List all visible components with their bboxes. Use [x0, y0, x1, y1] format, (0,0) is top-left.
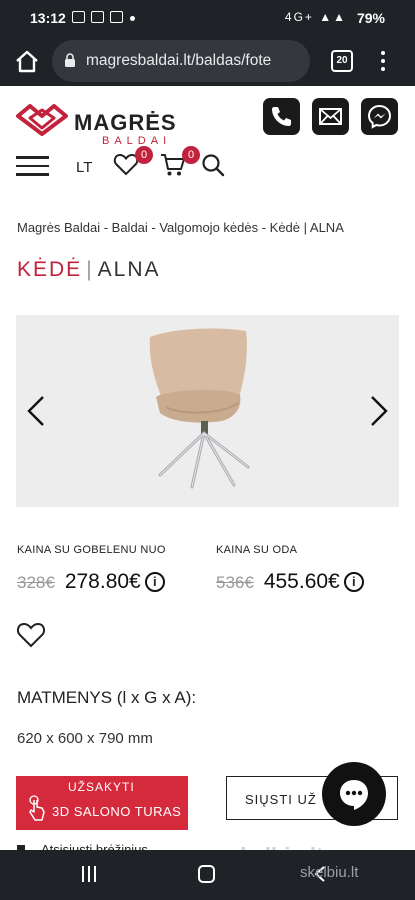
- chevron-right-icon[interactable]: [369, 395, 389, 427]
- title-separator: |: [86, 258, 94, 281]
- app-notification-icon: [91, 11, 104, 23]
- 3d-tour-label: 3D SALONO TURAS: [52, 804, 182, 819]
- info-icon[interactable]: i: [144, 572, 165, 592]
- price-label: KAINA SU ODA: [216, 544, 298, 556]
- tab-switcher-button[interactable]: 20: [331, 50, 353, 72]
- dimensions-value: 620 x 600 x 790 mm: [17, 730, 153, 747]
- old-price: 328€: [17, 573, 55, 592]
- messenger-icon: [367, 104, 392, 129]
- more-options-icon[interactable]: [380, 49, 386, 73]
- price-label: KAINA SU GOBELENU NUO: [17, 544, 166, 556]
- search-icon[interactable]: [200, 152, 228, 180]
- title-category: KĖDĖ: [17, 258, 83, 281]
- cart-count-badge: 0: [182, 146, 200, 164]
- chat-button[interactable]: [322, 762, 386, 826]
- phone-icon: [272, 107, 291, 126]
- url-text: magresbaldai.lt/baldas/fote: [86, 52, 272, 69]
- system-navigation-bar: skelbiu.lt: [0, 850, 415, 900]
- price-leather: KAINA SU ODA 536€ 455.60€ i: [216, 544, 364, 594]
- email-button[interactable]: [312, 98, 349, 135]
- 3d-tour-button[interactable]: 3D SALONO TURAS: [16, 792, 188, 828]
- menu-icon[interactable]: [16, 156, 49, 176]
- battery-level: 79%: [356, 10, 385, 26]
- old-price: 536€: [216, 573, 254, 592]
- browser-toolbar: magresbaldai.lt/baldas/fote 20: [0, 36, 415, 86]
- current-price: 278.80€: [64, 570, 141, 593]
- add-to-wishlist-heart-icon[interactable]: [16, 620, 46, 648]
- breadcrumb[interactable]: Magrės Baldai - Baldai - Valgomojo kėdės…: [17, 220, 344, 235]
- price-fabric: KAINA SU GOBELENU NUO 328€ 278.80€ i: [17, 544, 166, 594]
- app-notification-icon-2: [110, 11, 123, 23]
- logo[interactable]: MAGRĖS BALDAI: [16, 98, 177, 147]
- watermark-small: skelbiu.lt: [300, 864, 359, 881]
- cart-button[interactable]: 0: [160, 146, 200, 180]
- mail-icon: [319, 108, 342, 125]
- title-product-name: ALNA: [97, 258, 161, 281]
- recent-apps-icon[interactable]: [82, 866, 100, 882]
- lock-icon: [65, 53, 75, 67]
- wishlist-count-badge: 0: [135, 146, 153, 164]
- touch-icon: [29, 795, 45, 821]
- logo-brand: MAGRĖS: [74, 110, 177, 135]
- page-title: KĖDĖ | ALNA: [17, 258, 161, 282]
- site-header: MAGRĖS BALDAI LT 0 0: [0, 86, 415, 198]
- product-gallery: [16, 315, 399, 507]
- logo-subtitle: BALDAI: [102, 135, 172, 147]
- logo-mark-icon: [16, 104, 68, 136]
- signal-icons: 4G+ ▲▲: [284, 10, 347, 24]
- home-icon[interactable]: [14, 48, 40, 74]
- send-inquiry-label: SIŲSTI UŽ: [245, 792, 317, 807]
- info-icon[interactable]: i: [343, 572, 364, 592]
- address-bar[interactable]: magresbaldai.lt/baldas/fote: [52, 40, 310, 82]
- more-notifications-dot: [130, 16, 135, 21]
- wishlist-button[interactable]: 0: [113, 146, 153, 180]
- home-nav-icon[interactable]: [198, 865, 215, 883]
- current-price: 455.60€: [263, 570, 340, 593]
- order-button[interactable]: UŽSAKYTI 3D SALONO TURAS: [16, 776, 188, 830]
- gallery-notification-icon: [72, 11, 85, 23]
- product-image: [149, 328, 250, 489]
- status-bar: 13:12 4G+ ▲▲ 79%: [0, 0, 415, 36]
- language-switcher[interactable]: LT: [76, 159, 92, 176]
- dimensions-title: MATMENYS (l x G x A):: [17, 688, 197, 707]
- status-time: 13:12: [30, 10, 66, 26]
- messenger-button[interactable]: [361, 98, 398, 135]
- phone-button[interactable]: [263, 98, 300, 135]
- chat-bubble-icon: [340, 780, 368, 810]
